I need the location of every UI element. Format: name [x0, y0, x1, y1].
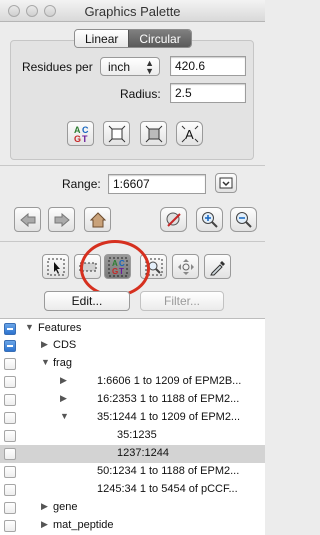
back-button[interactable] [14, 207, 41, 232]
disclosure-open-icon[interactable]: ▼ [41, 357, 50, 367]
tree-row-label: 1:6606 1 to 1209 of EPM2B... [97, 375, 242, 387]
left-arrow-icon [19, 212, 35, 227]
checkbox[interactable] [4, 448, 16, 460]
tree-row-label: 35:1235 [117, 429, 157, 441]
highlight-circle-annotation [80, 240, 150, 297]
residues-unit-value: inch [108, 60, 131, 74]
radius-field[interactable]: 2.5 [170, 83, 246, 103]
checkbox[interactable] [4, 502, 16, 514]
tree-row-gene[interactable]: ▶ gene [0, 499, 265, 517]
box-style-button[interactable] [140, 121, 167, 146]
tree-row-label: 1245:34 1 to 5454 of pCCF... [97, 483, 238, 495]
title-bar: Graphics Palette [0, 0, 265, 22]
features-tree: ▼ Features ▶ CDS ▼ frag ▶ 1:6606 1 to 12… [0, 318, 265, 535]
eyedropper-icon [209, 260, 225, 275]
tree-row-label: mat_peptide [53, 519, 114, 531]
window-title: Graphics Palette [84, 4, 181, 19]
forward-button[interactable] [48, 207, 75, 232]
tree-row-segment-selected[interactable]: 1237:1244 [0, 445, 265, 463]
zoom-out-button[interactable] [230, 207, 257, 232]
checkbox[interactable] [4, 340, 16, 352]
residues-per-label: Residues per [22, 60, 93, 74]
checkbox[interactable] [4, 484, 16, 496]
pan-tool-button[interactable] [172, 254, 199, 279]
tree-row-label: gene [53, 501, 78, 513]
disclosure-closed-icon[interactable]: ▶ [41, 339, 48, 350]
hand-arrows-icon [177, 258, 194, 275]
checkbox[interactable] [4, 466, 16, 478]
tree-row-frag-2[interactable]: ▶ 16:2353 1 to 1188 of EPM2... [0, 391, 265, 409]
tree-row-label: 50:1234 1 to 1188 of EPM2... [97, 465, 240, 477]
svg-text:A: A [185, 127, 194, 142]
tree-row-frag-3[interactable]: ▼ 35:1244 1 to 1209 of EPM2... [0, 409, 265, 427]
residues-per-field[interactable]: 420.6 [170, 56, 246, 76]
disclosure-open-icon[interactable]: ▼ [25, 322, 34, 332]
edit-button[interactable]: Edit... [44, 291, 130, 311]
filter-button[interactable]: Filter... [140, 291, 224, 311]
radius-label: Radius: [120, 87, 161, 101]
layout-segmented-control: Linear Circular [74, 29, 192, 48]
tab-linear[interactable]: Linear [75, 30, 129, 47]
zoom-in-button[interactable] [196, 207, 223, 232]
sequence-style-button[interactable]: A C G T [67, 121, 94, 146]
checkbox[interactable] [4, 358, 16, 370]
disclosure-closed-icon[interactable]: ▶ [41, 519, 48, 530]
residues-unit-popup[interactable]: inch ▲ ▼ [100, 57, 160, 76]
tree-row-label: Features [38, 322, 82, 334]
box-frame-icon [145, 125, 162, 142]
disclosure-closed-icon[interactable]: ▶ [60, 375, 67, 386]
disclosure-open-icon[interactable]: ▼ [60, 411, 69, 421]
calendar-icon [219, 177, 233, 189]
text-frame-icon: A [181, 125, 198, 142]
tree-row-label: 16:2353 1 to 1188 of EPM2... [97, 393, 240, 405]
svg-text:T: T [82, 134, 88, 144]
popup-arrows-icon: ▲ ▼ [145, 58, 154, 76]
tree-row-frag-4[interactable]: 50:1234 1 to 1188 of EPM2... [0, 463, 265, 481]
tree-row-label: 1237:1244 [117, 447, 169, 459]
tab-circular[interactable]: Circular [128, 30, 191, 47]
tree-row-label: 35:1244 1 to 1209 of EPM2... [97, 411, 241, 423]
tree-row-frag-1[interactable]: ▶ 1:6606 1 to 1209 of EPM2B... [0, 373, 265, 391]
eyedropper-tool-button[interactable] [204, 254, 231, 279]
zoom-in-icon [201, 211, 218, 228]
tree-row-frag-5[interactable]: 1245:34 1 to 5454 of pCCF... [0, 481, 265, 499]
acgt-icon: A C G T [74, 125, 89, 144]
selection-tool-button[interactable] [42, 254, 69, 279]
range-menu-button[interactable] [215, 173, 237, 193]
tree-row-mat-peptide[interactable]: ▶ mat_peptide [0, 517, 265, 535]
disclosure-closed-icon[interactable]: ▶ [41, 501, 48, 512]
text-style-button[interactable]: A [176, 121, 203, 146]
tree-row-frag[interactable]: ▼ frag [0, 355, 265, 373]
right-arrow-icon [54, 212, 70, 227]
range-label: Range: [62, 177, 101, 191]
divider [0, 241, 265, 242]
zoom-out-icon [235, 211, 252, 228]
svg-text:G: G [74, 134, 81, 144]
divider [0, 165, 265, 166]
selection-cursor-icon [47, 258, 64, 275]
home-icon [89, 211, 106, 227]
frame-style-button[interactable] [103, 121, 130, 146]
range-field[interactable]: 1:6607 [108, 174, 206, 194]
checkbox[interactable] [4, 394, 16, 406]
frame-icon [108, 125, 125, 142]
tree-row-segment[interactable]: 35:1235 [0, 427, 265, 445]
checkbox[interactable] [4, 430, 16, 442]
tree-row-features[interactable]: ▼ Features [0, 320, 265, 338]
checkbox[interactable] [4, 412, 16, 424]
tree-row-label: CDS [53, 339, 77, 351]
checkbox[interactable] [4, 323, 16, 335]
tree-row-label: frag [53, 357, 72, 369]
home-button[interactable] [84, 207, 111, 232]
no-zoom-icon [166, 212, 181, 227]
zoom-reset-button[interactable] [160, 207, 187, 232]
disclosure-closed-icon[interactable]: ▶ [60, 393, 67, 404]
tree-row-cds[interactable]: ▶ CDS [0, 337, 265, 355]
checkbox[interactable] [4, 376, 16, 388]
checkbox[interactable] [4, 520, 16, 532]
